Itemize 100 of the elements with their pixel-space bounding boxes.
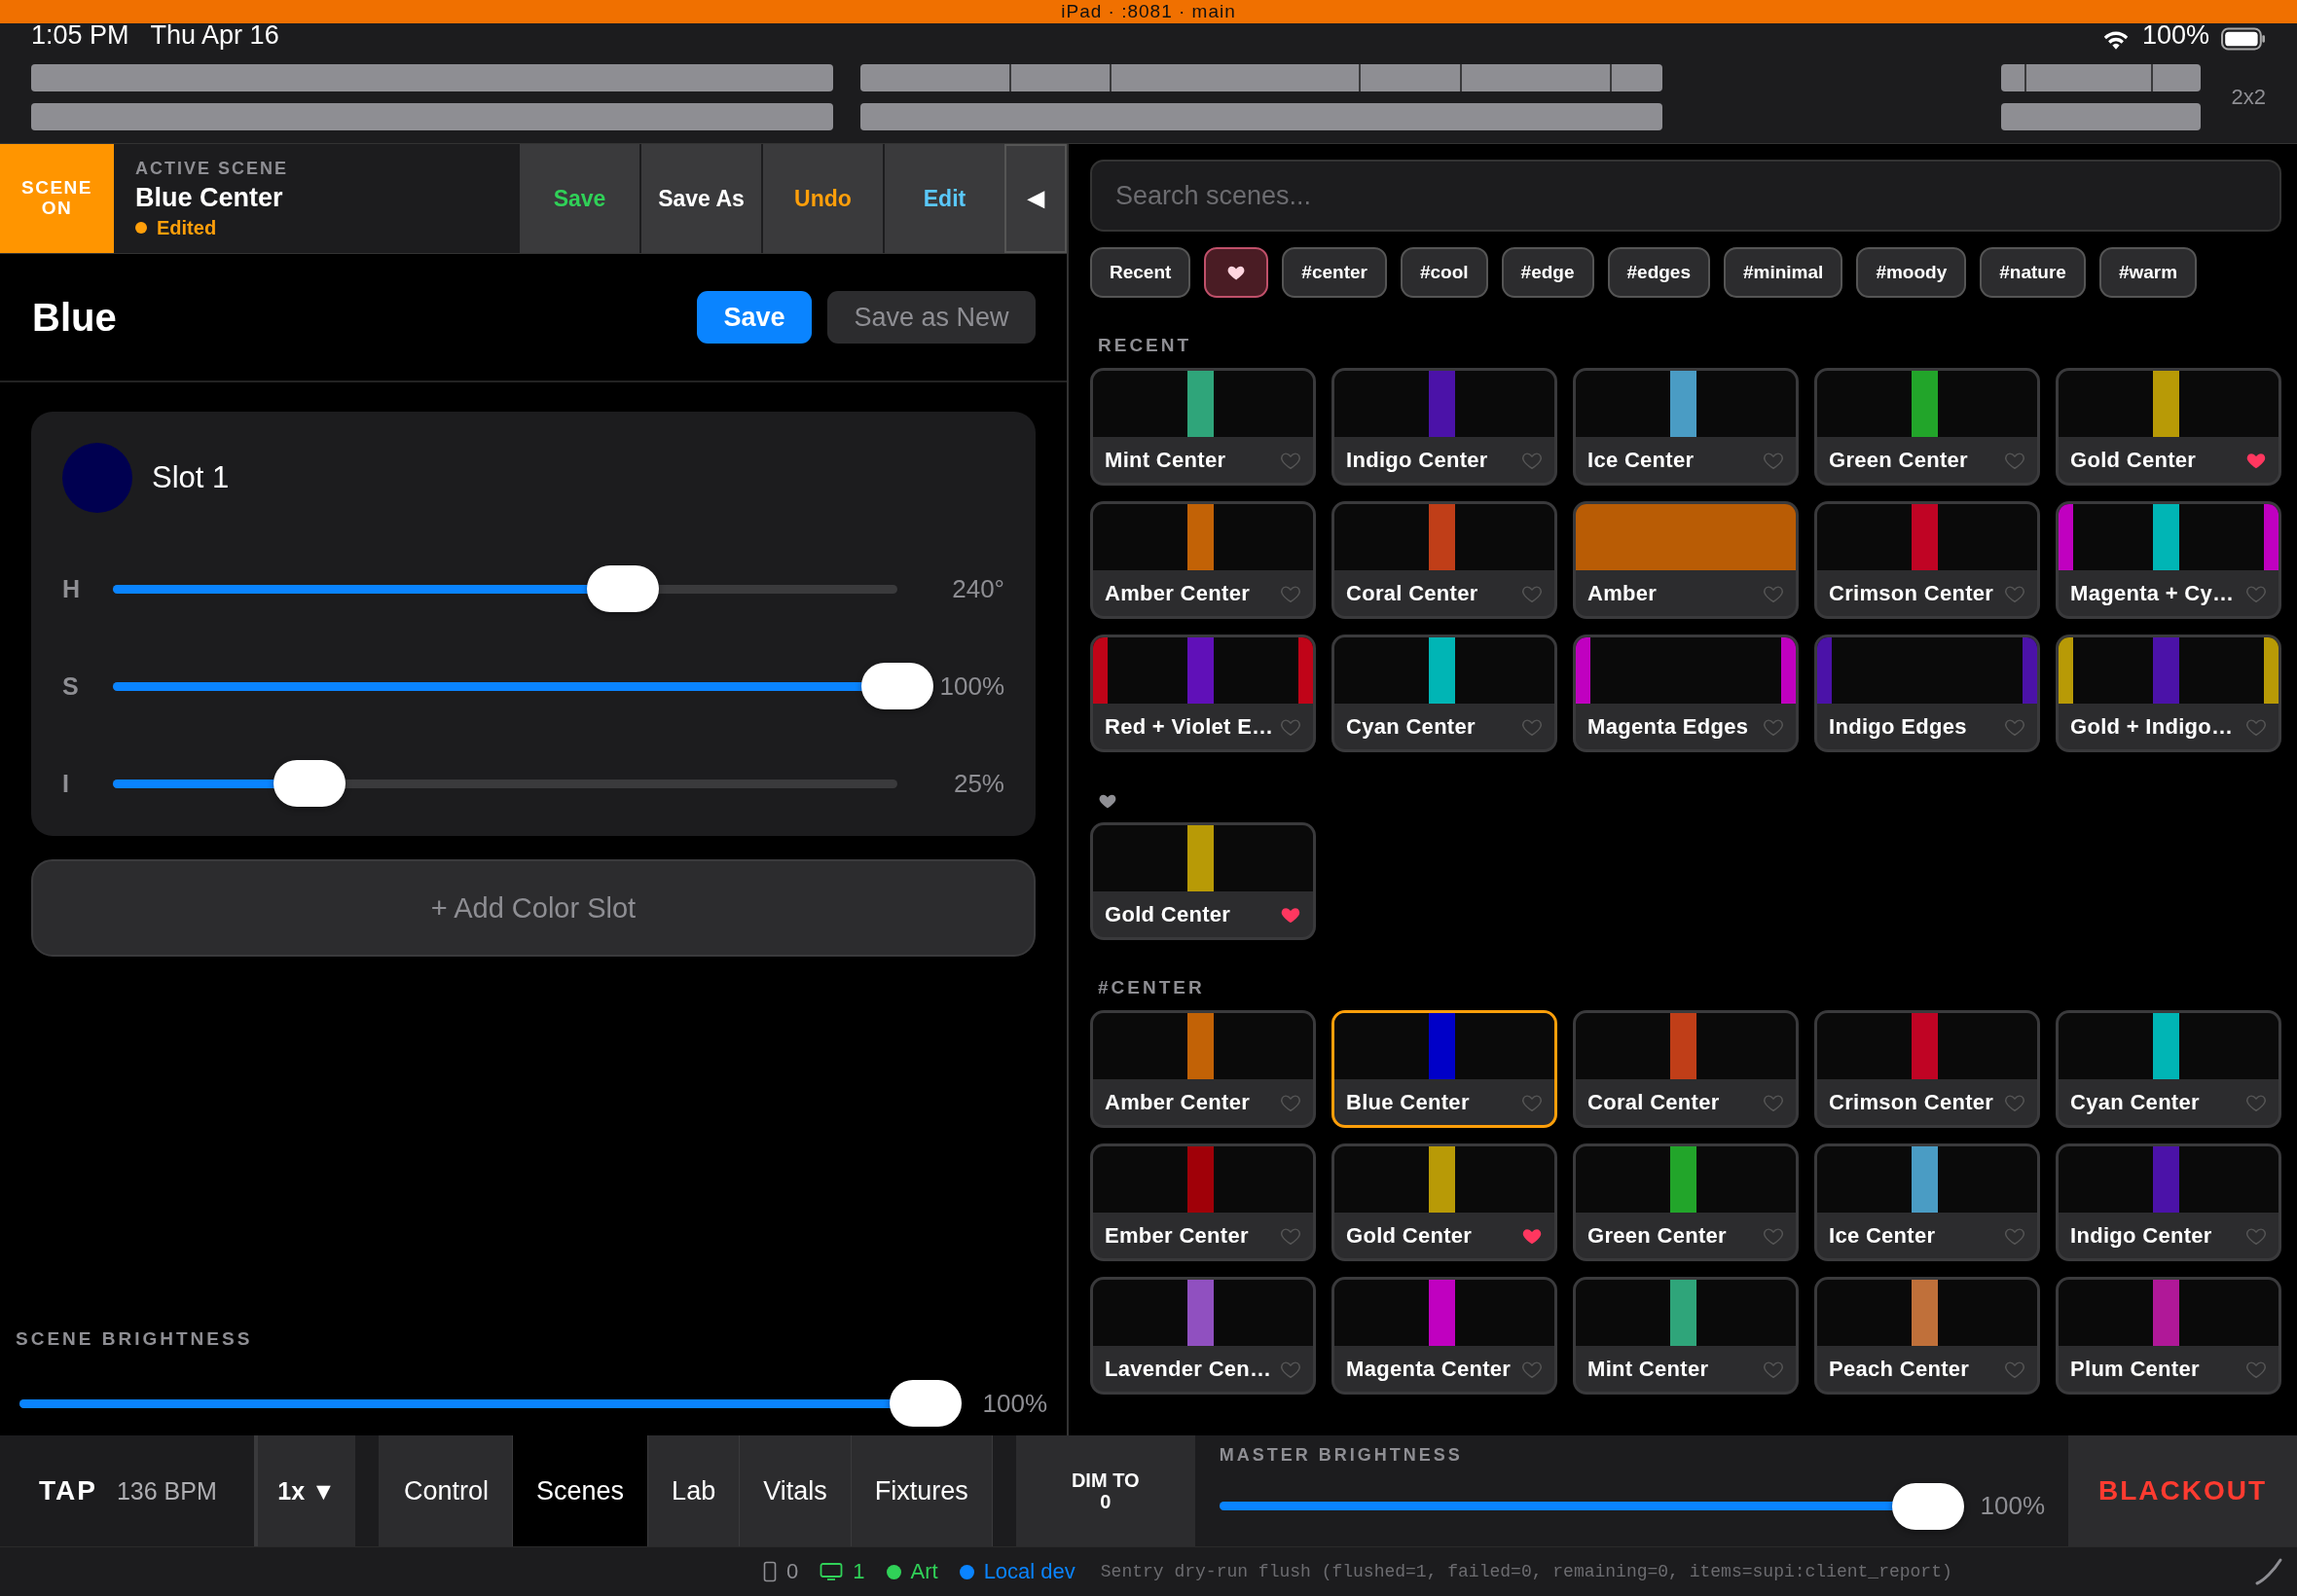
- active-scene-caption: ACTIVE SCENE: [135, 158, 290, 179]
- filter-chip[interactable]: #cool: [1400, 247, 1488, 298]
- filter-chip[interactable]: #nature: [1980, 247, 2086, 298]
- slider-label: S: [62, 671, 80, 701]
- slider-thumb[interactable]: [1892, 1482, 1964, 1530]
- slider-value: 240°: [951, 573, 1004, 604]
- filter-chip[interactable]: #moody: [1856, 247, 1967, 298]
- scene-name: Mint Center: [1587, 1356, 1710, 1382]
- window-title: iPad · :8081 · main: [1061, 1, 1236, 22]
- dim-to-button[interactable]: DIM TO 0: [1015, 1435, 1195, 1546]
- filter-chip[interactable]: #warm: [2098, 247, 2198, 298]
- scene-card[interactable]: Amber: [1573, 501, 1799, 619]
- scene-name: Ice Center: [1829, 1222, 1937, 1249]
- save-as-button[interactable]: Save As: [639, 144, 761, 253]
- scene-name: Amber Center: [1105, 1089, 1252, 1115]
- scene-card[interactable]: Amber Center: [1090, 501, 1316, 619]
- scene-name: Cyan Center: [2070, 1089, 2201, 1115]
- scene-card[interactable]: Coral Center: [1331, 501, 1557, 619]
- collapse-button[interactable]: ◀: [1004, 144, 1067, 253]
- scene-name: Green Center: [1829, 447, 1969, 473]
- filter-chip[interactable]: Recent: [1090, 247, 1191, 298]
- add-color-slot-button[interactable]: + Add Color Slot: [31, 859, 1036, 957]
- scene-card[interactable]: Ice Center: [1814, 1143, 2040, 1261]
- save-as-new-button[interactable]: Save as New: [827, 291, 1036, 344]
- scene-name: Crimson Center: [1829, 580, 1995, 606]
- status-text: 0: [786, 1559, 799, 1584]
- scene-card[interactable]: Ice Center: [1573, 368, 1799, 486]
- brightness-value: 100%: [981, 1388, 1047, 1419]
- scene-card[interactable]: Magenta Center: [1331, 1277, 1557, 1395]
- scene-card[interactable]: Mint Center: [1090, 368, 1316, 486]
- battery-percent: 100%: [2141, 20, 2209, 51]
- scene-card[interactable]: Green Center: [1814, 368, 2040, 486]
- scene-card[interactable]: Indigo Edges: [1814, 635, 2040, 752]
- scene-card[interactable]: Gold Center: [1090, 822, 1316, 940]
- scene-name: Cyan Center: [1346, 713, 1477, 740]
- slider-thumb[interactable]: [861, 663, 933, 709]
- scene-card[interactable]: Red + Violet E…: [1090, 635, 1316, 752]
- scene-card[interactable]: Cyan Center: [2056, 1010, 2281, 1128]
- scene-name: Coral Center: [1346, 580, 1479, 606]
- scene-card[interactable]: Crimson Center: [1814, 501, 2040, 619]
- slider-value: 100%: [938, 671, 1004, 702]
- scene-card[interactable]: Plum Center: [2056, 1277, 2281, 1395]
- undo-button[interactable]: Undo: [761, 144, 883, 253]
- scene-card[interactable]: Magenta Edges: [1573, 635, 1799, 752]
- search-field[interactable]: Search scenes...: [1090, 160, 2281, 232]
- slider-thumb[interactable]: [273, 760, 346, 807]
- scene-card[interactable]: Crimson Center: [1814, 1010, 2040, 1128]
- scene-name: Lavender Cen…: [1105, 1356, 1273, 1382]
- master-brightness-value: 100%: [1979, 1491, 2045, 1521]
- scene-card[interactable]: Cyan Center: [1331, 635, 1557, 752]
- favorites-chip[interactable]: [1204, 247, 1269, 298]
- scene-card[interactable]: Indigo Center: [2056, 1143, 2281, 1261]
- rate-dropdown[interactable]: 1x ▼: [258, 1435, 355, 1546]
- scene-name: Indigo Center: [2070, 1222, 2213, 1249]
- scene-name: Indigo Center: [1346, 447, 1489, 473]
- scene-name: Indigo Edges: [1829, 713, 1968, 740]
- filter-chip[interactable]: #minimal: [1724, 247, 1843, 298]
- scene-name: Magenta + Cy…: [2070, 580, 2236, 606]
- scene-name: Ice Center: [1587, 447, 1695, 473]
- section-heading: RECENT: [1098, 335, 1193, 356]
- scene-card[interactable]: Indigo Center: [1331, 368, 1557, 486]
- scene-card[interactable]: Gold Center: [2056, 368, 2281, 486]
- scene-card[interactable]: Ember Center: [1090, 1143, 1316, 1261]
- scene-name: Blue Center: [1346, 1089, 1471, 1115]
- filter-chip[interactable]: #edge: [1501, 247, 1594, 298]
- scene-card[interactable]: Coral Center: [1573, 1010, 1799, 1128]
- scene-card[interactable]: Peach Center: [1814, 1277, 2040, 1395]
- scene-brightness-label: SCENE BRIGHTNESS: [15, 1328, 254, 1350]
- save-button[interactable]: Save: [697, 291, 812, 344]
- nav-tab[interactable]: Scenes: [513, 1435, 649, 1546]
- layout-label: 2x2: [2231, 84, 2266, 110]
- scene-card[interactable]: Mint Center: [1573, 1277, 1799, 1395]
- scene-name: Green Center: [1587, 1222, 1728, 1249]
- scene-name: Magenta Edges: [1587, 713, 1750, 740]
- scene-card[interactable]: Amber Center: [1090, 1010, 1316, 1128]
- scene-name: Coral Center: [1587, 1089, 1721, 1115]
- filter-chip[interactable]: #center: [1282, 247, 1387, 298]
- active-scene-name: Blue Center: [135, 182, 284, 213]
- blackout-button[interactable]: BLACKOUT: [2068, 1435, 2297, 1546]
- phone-icon: [763, 1561, 777, 1582]
- save-button[interactable]: Save: [518, 144, 639, 253]
- scene-card[interactable]: Gold Center: [1331, 1143, 1557, 1261]
- scene-name: Red + Violet E…: [1105, 713, 1275, 740]
- edit-button[interactable]: Edit: [883, 144, 1004, 253]
- scene-name: Crimson Center: [1829, 1089, 1995, 1115]
- filter-chip[interactable]: #edges: [1607, 247, 1710, 298]
- scene-name: Gold Center: [2070, 447, 2198, 473]
- slider-label: H: [62, 574, 82, 603]
- status-text: Local dev: [983, 1559, 1076, 1584]
- bpm-value: 136 BPM: [116, 1476, 217, 1505]
- scene-card[interactable]: Gold + Indigo…: [2056, 635, 2281, 752]
- scene-card[interactable]: Lavender Cen…: [1090, 1277, 1316, 1395]
- slider-label: I: [62, 769, 70, 798]
- scene-card[interactable]: Green Center: [1573, 1143, 1799, 1261]
- slider-thumb[interactable]: [890, 1380, 962, 1427]
- scene-name: Gold + Indigo…: [2070, 713, 2235, 740]
- slider-thumb[interactable]: [586, 565, 659, 612]
- scene-card[interactable]: Blue Center: [1331, 1010, 1557, 1128]
- slot-name: Slot 1: [152, 460, 230, 495]
- scene-card[interactable]: Magenta + Cy…: [2056, 501, 2281, 619]
